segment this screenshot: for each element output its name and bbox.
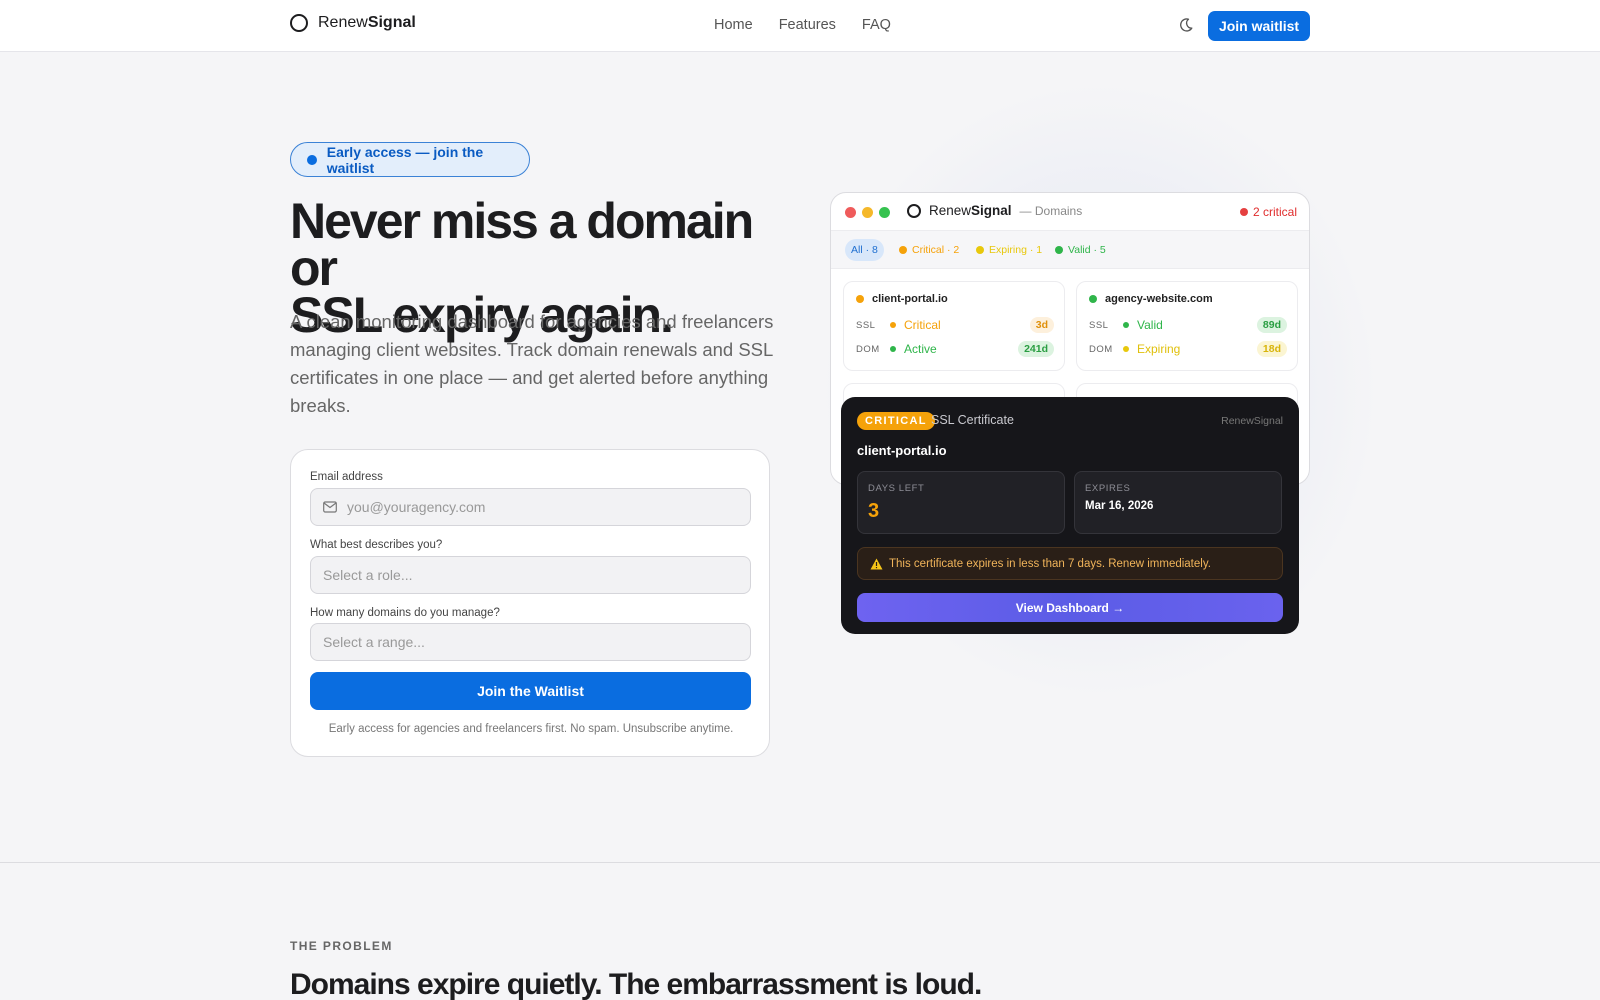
email-field[interactable]: you@youragency.com bbox=[310, 488, 751, 526]
days-left-label: DAYS LEFT bbox=[868, 483, 925, 494]
nav-link-home[interactable]: Home bbox=[714, 17, 753, 33]
close-dot-icon bbox=[845, 207, 856, 218]
view-dashboard-button[interactable]: View Dashboard → bbox=[857, 593, 1283, 622]
domain-row: DOM Active 241d bbox=[856, 340, 1054, 358]
join-waitlist-submit-button[interactable]: Join the Waitlist bbox=[310, 672, 751, 710]
critical-badge: CRITICAL bbox=[857, 412, 935, 430]
problem-eyebrow: THE PROBLEM bbox=[290, 939, 393, 953]
filter-all[interactable]: All · 8 bbox=[845, 239, 884, 261]
days-left-box: DAYS LEFT 3 bbox=[857, 471, 1065, 534]
domains-label: How many domains do you manage? bbox=[310, 607, 500, 619]
logo-ring-icon bbox=[290, 14, 308, 32]
dashboard-brand: RenewSignal — Domains bbox=[907, 203, 1082, 218]
critical-alert-card: CRITICAL SSL Certificate RenewSignal cli… bbox=[841, 397, 1299, 634]
warning-text: This certificate expires in less than 7 … bbox=[889, 557, 1211, 570]
hero-subtitle: A clean monitoring dashboard for agencie… bbox=[290, 311, 774, 416]
critical-dot-icon bbox=[1239, 208, 1248, 216]
filter-bar: All · 8 Critical · 2 Expiring · 1 Valid … bbox=[831, 231, 1309, 269]
maximize-dot-icon bbox=[879, 207, 890, 218]
join-waitlist-nav-button[interactable]: Join waitlist bbox=[1208, 11, 1310, 41]
critical-count-badge: 2 critical bbox=[1239, 205, 1297, 219]
role-select[interactable]: Select a role... bbox=[310, 556, 751, 594]
top-nav: RenewSignal Home Features FAQ Join waitl… bbox=[0, 0, 1600, 52]
alert-type: SSL Certificate bbox=[931, 413, 1014, 427]
form-note: Early access for agencies and freelancer… bbox=[328, 723, 734, 735]
expires-box: EXPIRES Mar 16, 2026 bbox=[1074, 471, 1282, 534]
filter-valid[interactable]: Valid · 5 bbox=[1049, 239, 1112, 261]
mail-icon bbox=[323, 501, 337, 513]
brand-name: RenewSignal bbox=[318, 14, 416, 31]
dashboard-header: RenewSignal — Domains 2 critical bbox=[831, 193, 1309, 231]
filter-expiring[interactable]: Expiring · 1 bbox=[970, 239, 1048, 261]
domain-row: DOM Expiring 18d bbox=[1089, 340, 1287, 358]
status-dot-icon bbox=[1089, 295, 1097, 303]
expiry-warning: This certificate expires in less than 7 … bbox=[857, 547, 1283, 580]
nav-links: Home Features FAQ bbox=[714, 17, 891, 33]
pill-dot-icon bbox=[307, 154, 317, 165]
domain-name: agency-website.com bbox=[1105, 293, 1213, 305]
role-label: What best describes you? bbox=[310, 539, 443, 551]
email-label: Email address bbox=[310, 471, 383, 483]
domain-card[interactable]: client-portal.io SSL Critical 3d DOM Act… bbox=[843, 281, 1065, 371]
early-access-pill: Early access — join the waitlist bbox=[290, 142, 530, 177]
role-select-value: Select a role... bbox=[323, 567, 413, 583]
domain-name: client-portal.io bbox=[872, 293, 948, 305]
expiring-dot-icon bbox=[976, 246, 984, 254]
section-divider bbox=[0, 862, 1600, 863]
expires-label: EXPIRES bbox=[1085, 483, 1131, 494]
nav-link-faq[interactable]: FAQ bbox=[862, 17, 891, 33]
problem-title: Domains expire quietly. The embarrassmen… bbox=[290, 968, 982, 1000]
warning-icon bbox=[870, 558, 883, 569]
days-left-value: 3 bbox=[868, 500, 880, 522]
brand-logo[interactable]: RenewSignal bbox=[290, 14, 416, 32]
waitlist-form: Email address you@youragency.com What be… bbox=[290, 449, 770, 757]
moon-icon[interactable] bbox=[1178, 17, 1194, 33]
email-placeholder: you@youragency.com bbox=[347, 499, 486, 515]
minimize-dot-icon bbox=[862, 207, 873, 218]
nav-link-features[interactable]: Features bbox=[779, 17, 836, 33]
ssl-row: SSL Critical 3d bbox=[856, 316, 1054, 334]
expires-value: Mar 16, 2026 bbox=[1085, 500, 1154, 512]
pill-label: Early access — join the waitlist bbox=[326, 143, 484, 176]
ssl-row: SSL Valid 89d bbox=[1089, 316, 1287, 334]
domain-card[interactable]: agency-website.com SSL Valid 89d DOM Exp… bbox=[1076, 281, 1298, 371]
domains-select[interactable]: Select a range... bbox=[310, 623, 751, 661]
hero-title-line1: Never miss a domain or bbox=[290, 193, 754, 296]
domains-select-value: Select a range... bbox=[323, 634, 425, 650]
logo-ring-icon bbox=[907, 203, 921, 218]
critical-dot-icon bbox=[899, 246, 907, 254]
valid-dot-icon bbox=[1055, 246, 1063, 254]
status-dot-icon bbox=[856, 295, 864, 303]
filter-critical[interactable]: Critical · 2 bbox=[893, 239, 965, 261]
dashboard-section: — Domains bbox=[1019, 203, 1083, 218]
alert-domain: client-portal.io bbox=[857, 443, 947, 458]
alert-brand: RenewSignal bbox=[1221, 415, 1283, 427]
